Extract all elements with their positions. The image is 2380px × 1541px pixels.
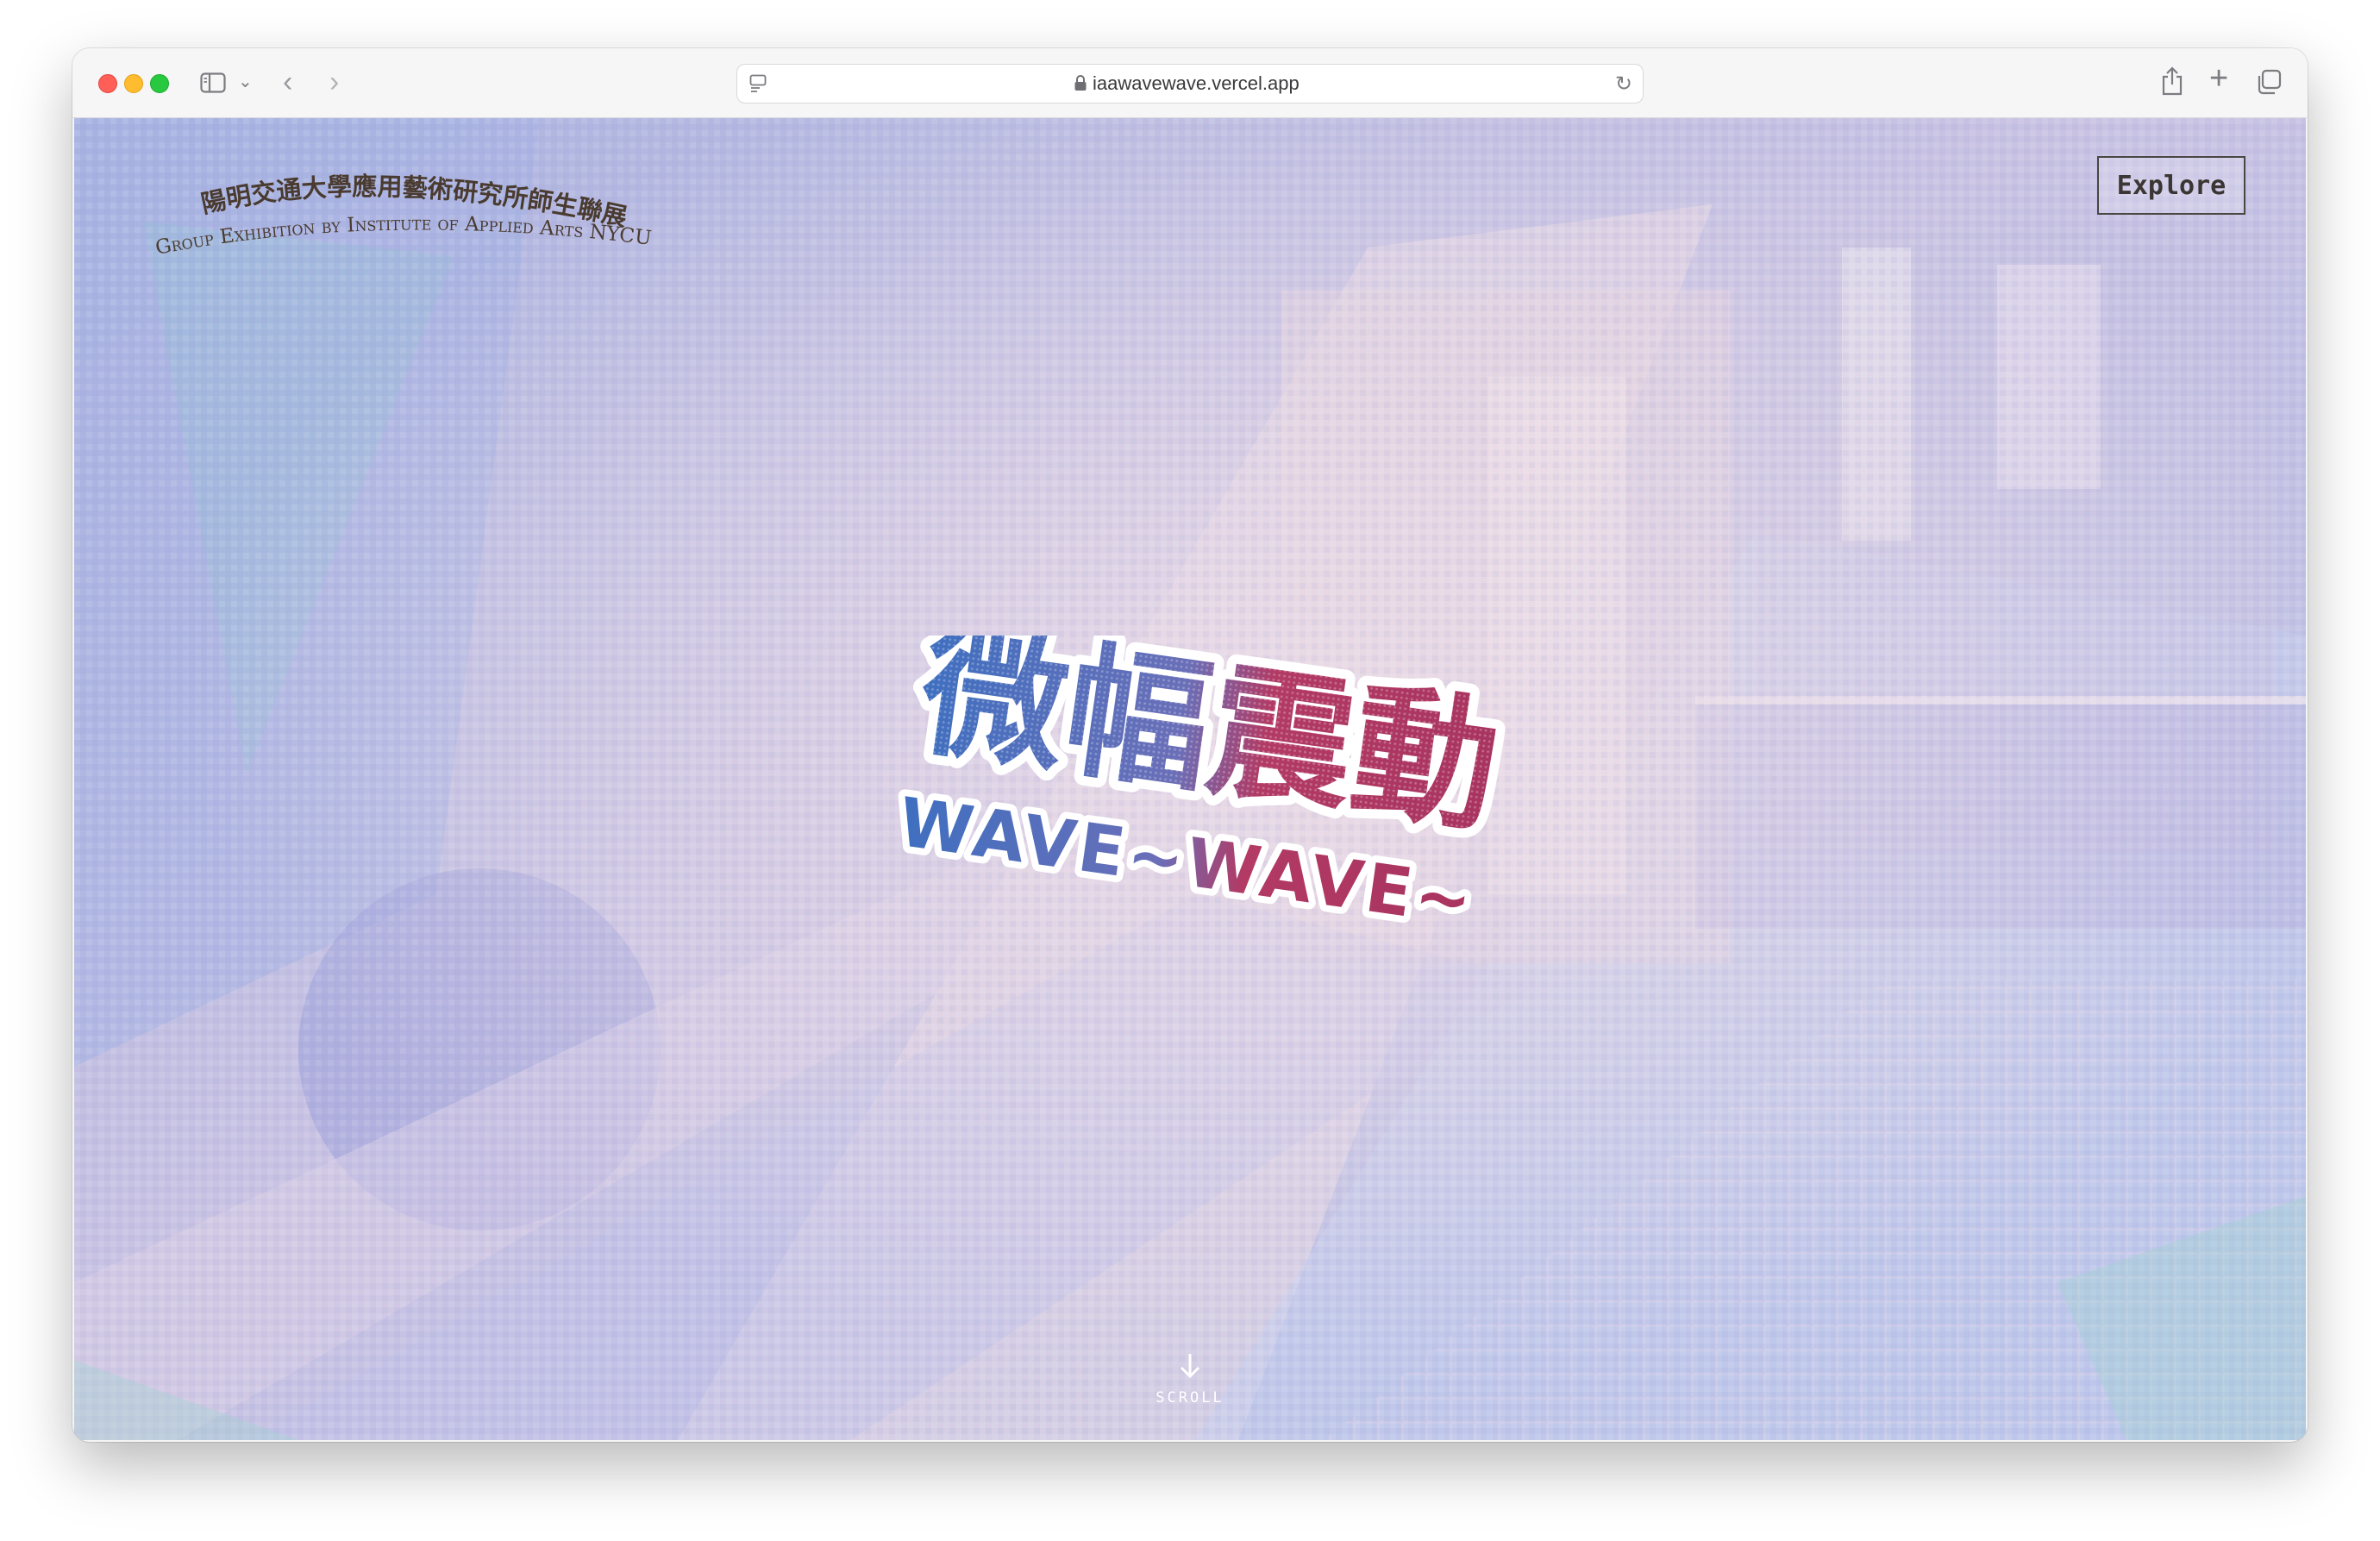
arrow-down-icon (1180, 1354, 1200, 1379)
plus-icon[interactable]: + (2209, 60, 2228, 97)
close-window-button[interactable] (98, 74, 117, 93)
lock-icon (1074, 75, 1087, 91)
organizer-text: 陽明交通大學應用藝術研究所師生聯展 Group Exhibition by In… (153, 172, 653, 260)
page-icon[interactable] (749, 74, 767, 93)
address-bar[interactable]: iaawavewave.vercel.app ↻ (736, 64, 1644, 103)
share-icon[interactable] (2159, 66, 2185, 97)
sidebar-icon[interactable] (200, 72, 226, 93)
scroll-label: SCROLL (1156, 1389, 1224, 1406)
url-text[interactable]: iaawavewave.vercel.app (1093, 72, 1300, 95)
chevron-down-icon[interactable]: ⌄ (238, 71, 253, 92)
browser-window: ⌄ ‹ › iaawavewave.vercel.app ↻ + 陽明交通大學應… (72, 48, 2308, 1442)
zoom-window-button[interactable] (150, 74, 169, 93)
back-icon[interactable]: ‹ (283, 66, 292, 99)
minimize-window-button[interactable] (124, 74, 143, 93)
reload-icon[interactable]: ↻ (1615, 72, 1632, 97)
page-viewport: 陽明交通大學應用藝術研究所師生聯展 Group Exhibition by In… (74, 118, 2306, 1440)
browser-toolbar: ⌄ ‹ › iaawavewave.vercel.app ↻ + (72, 48, 2308, 118)
wave-wave-logo: 微幅震動 微幅震動 WAVE~WAVE~ (887, 636, 1519, 949)
forward-icon[interactable]: › (329, 66, 339, 99)
explore-button[interactable]: Explore (2097, 156, 2245, 215)
tabs-icon[interactable] (2256, 69, 2282, 95)
